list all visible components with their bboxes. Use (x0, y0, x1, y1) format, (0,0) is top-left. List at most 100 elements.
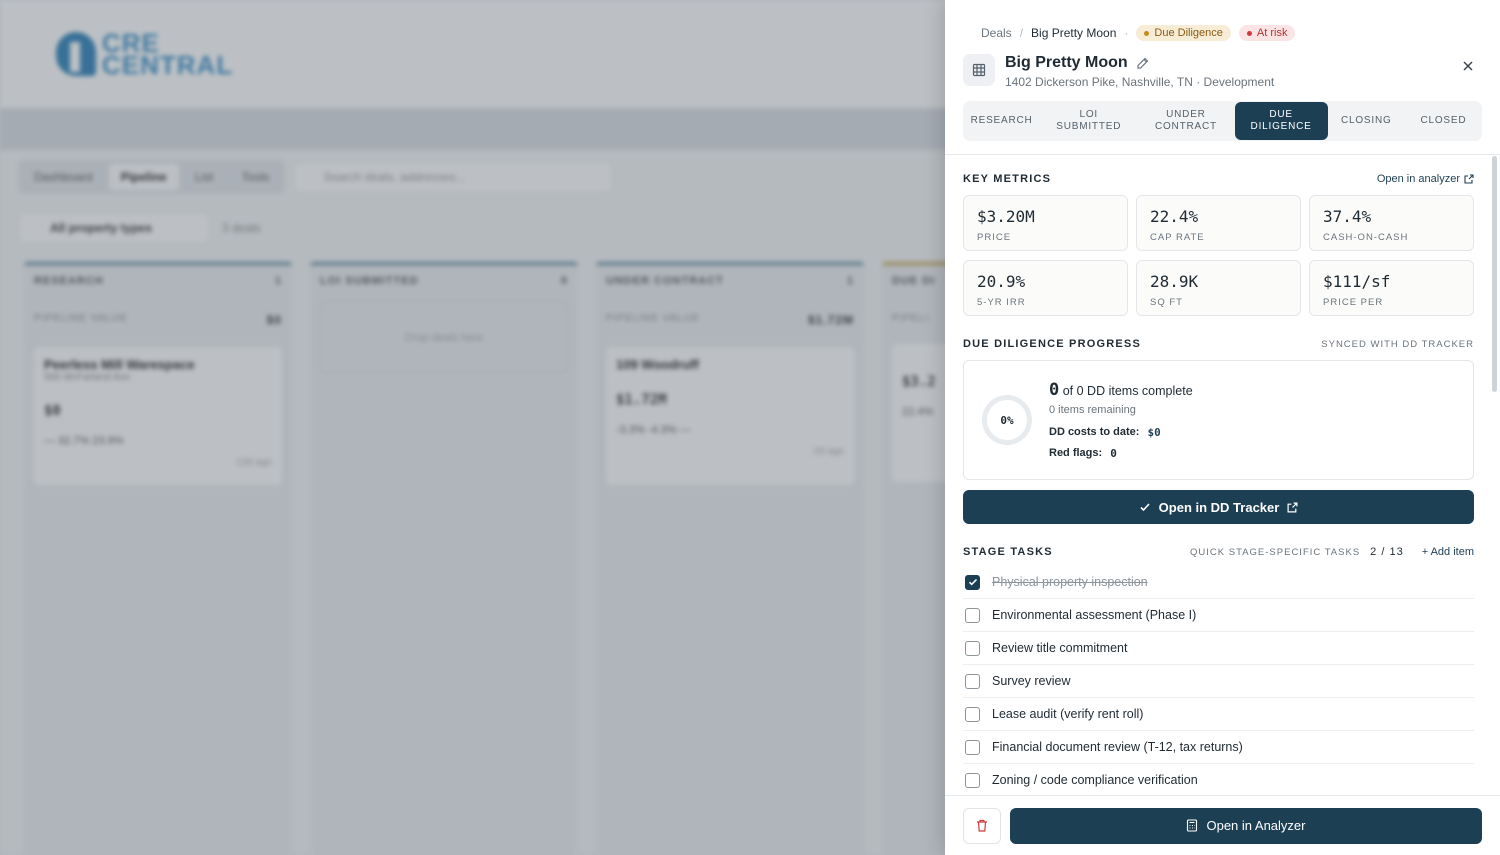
drawer-body: KEY METRICS Open in analyzer $3.20M PRICE… (945, 156, 1500, 794)
stage-under-contract[interactable]: UNDER CONTRACT (1137, 102, 1234, 140)
metric-cash-on-cash: 37.4% CASH-ON-CASH (1309, 195, 1474, 251)
close-icon[interactable] (1460, 58, 1476, 74)
metric-label: CASH-ON-CASH (1323, 232, 1409, 243)
checkbox-icon[interactable] (965, 640, 980, 656)
open-analyzer-link[interactable]: Open in analyzer (1377, 173, 1474, 185)
drawer-footer: Open in Analyzer (945, 795, 1500, 855)
task-label: Environmental assessment (Phase I) (992, 608, 1197, 622)
open-analyzer-button-label: Open in Analyzer (1206, 818, 1306, 833)
metric-value: $3.20M (977, 207, 1035, 226)
open-analyzer-label: Open in analyzer (1376, 173, 1460, 185)
metric-price: $3.20M PRICE (963, 195, 1128, 251)
checkbox-icon[interactable] (965, 772, 980, 788)
dd-flags-row: Red flags: 0 (1049, 447, 1193, 460)
metric-value: 37.4% (1323, 207, 1372, 226)
checkbox-checked-icon[interactable] (965, 574, 980, 590)
stage-badge-label: Due Diligence (1154, 27, 1223, 39)
dd-complete-count: 0 (1049, 380, 1060, 400)
stage-due-diligence[interactable]: DUE DILIGENCE (1234, 102, 1328, 140)
breadcrumb-dot: · (1124, 26, 1129, 40)
external-link-icon (1464, 174, 1474, 184)
stage-badge: Due Diligence (1136, 25, 1231, 41)
metric-label: SQ FT (1150, 297, 1183, 308)
dd-progress-header: DUE DILIGENCE PROGRESS SYNCED WITH DD TR… (963, 338, 1474, 350)
key-metrics-title: KEY METRICS (963, 173, 1052, 185)
risk-badge: At risk (1238, 25, 1296, 41)
metric-cap-rate: 22.4% CAP RATE (1136, 195, 1301, 251)
task-item[interactable]: Lease audit (verify rent roll) (963, 698, 1474, 731)
dd-costs-label: DD costs to date: (1049, 426, 1140, 438)
stage-research[interactable]: RESEARCH (963, 102, 1040, 140)
checkbox-icon[interactable] (965, 706, 980, 722)
check-icon (1140, 503, 1150, 512)
dd-costs-row: DD costs to date: $0 (1049, 426, 1193, 439)
metric-sq-ft: 28.9K SQ FT (1136, 260, 1301, 316)
stage-tasks-count: 2 / 13 (1370, 546, 1404, 558)
stage-closed[interactable]: CLOSED (1405, 102, 1482, 140)
edit-icon[interactable] (1136, 56, 1150, 70)
metric-value: 20.9% (977, 272, 1026, 291)
metric-label: CAP RATE (1150, 232, 1205, 243)
task-label: Financial document review (T-12, tax ret… (992, 740, 1243, 754)
dd-progress-title: DUE DILIGENCE PROGRESS (963, 338, 1141, 350)
dd-flags-label: Red flags: (1049, 447, 1103, 459)
deal-drawer: Deals / Big Pretty Moon · Due Diligence … (945, 0, 1500, 855)
task-item[interactable]: Financial document review (T-12, tax ret… (963, 731, 1474, 764)
key-metrics-header: KEY METRICS Open in analyzer (963, 173, 1474, 185)
task-label: Zoning / code compliance verification (992, 773, 1198, 787)
external-link-icon (1287, 501, 1298, 513)
breadcrumb-current: Big Pretty Moon (1031, 26, 1117, 40)
dd-complete-summary: 0 of 0 DD items complete (1049, 380, 1193, 400)
open-analyzer-button[interactable]: Open in Analyzer (1010, 807, 1482, 844)
dd-progress-ring: 0% (982, 395, 1032, 445)
stage-closing[interactable]: CLOSING (1328, 102, 1405, 140)
task-item[interactable]: Physical property inspection (963, 566, 1474, 599)
task-label: Review title commitment (992, 641, 1128, 655)
metrics-grid: $3.20M PRICE 22.4% CAP RATE 37.4% CASH-ON-C… (963, 195, 1474, 316)
deal-title: Big Pretty Moon (1005, 54, 1274, 72)
breadcrumb-deals[interactable]: Deals (981, 26, 1012, 40)
metric-label: PRICE PER (1323, 297, 1384, 308)
stage-tasks-subtitle: QUICK STAGE-SPECIFIC TASKS (1190, 546, 1361, 558)
task-label: Lease audit (verify rent roll) (992, 707, 1144, 721)
drawer-header: Deals / Big Pretty Moon · Due Diligence … (945, 0, 1500, 155)
stage-selector: RESEARCH LOI SUBMITTED UNDER CONTRACT DU… (963, 101, 1482, 141)
delete-button[interactable] (963, 807, 1001, 844)
task-item[interactable]: Survey review (963, 665, 1474, 698)
task-item[interactable]: Environmental assessment (Phase I) (963, 599, 1474, 632)
dd-complete-text: of 0 DD items complete (1062, 384, 1193, 398)
dd-remaining: 0 items remaining (1049, 404, 1136, 416)
stage-tasks-title: STAGE TASKS (963, 546, 1053, 558)
add-item-button[interactable]: + Add item (1422, 546, 1474, 558)
checkbox-icon[interactable] (965, 673, 980, 689)
task-list: Physical property inspection Environment… (963, 566, 1474, 794)
stage-tasks-header: STAGE TASKS QUICK STAGE-SPECIFIC TASKS 2… (963, 546, 1474, 558)
deal-subtitle: 1402 Dickerson Pike, Nashville, TN · Dev… (1005, 75, 1275, 89)
calculator-icon (1187, 819, 1198, 832)
dd-progress-card: 0% 0 of 0 DD items complete 0 items rema… (963, 360, 1474, 480)
drawer-scrollbar[interactable] (1492, 156, 1497, 392)
metric-value: 28.9K (1150, 272, 1199, 291)
metric-price-per: $111/sf PRICE PER (1309, 260, 1474, 316)
deal-title-row: Big Pretty Moon 1402 Dickerson Pike, Nas… (963, 54, 1482, 89)
metric-value: 22.4% (1150, 207, 1199, 226)
dd-flags-value: 0 (1110, 447, 1117, 460)
stage-dot-icon (1144, 30, 1150, 36)
checkbox-icon[interactable] (965, 607, 980, 623)
checkbox-icon[interactable] (965, 739, 980, 755)
stage-loi-submitted[interactable]: LOI SUBMITTED (1040, 102, 1137, 140)
metric-value: $111/sf (1323, 272, 1391, 291)
risk-dot-icon (1246, 30, 1252, 36)
breadcrumb-separator: / (1019, 26, 1024, 40)
metric-label: 5-YR IRR (977, 297, 1026, 308)
building-icon (963, 54, 995, 86)
dd-sync-status: SYNCED WITH DD TRACKER (1321, 338, 1474, 350)
open-dd-tracker-label: Open in DD Tracker (1158, 499, 1280, 515)
task-item[interactable]: Zoning / code compliance verification (963, 764, 1474, 794)
open-dd-tracker-button[interactable]: Open in DD Tracker (963, 490, 1474, 524)
dd-costs-value: $0 (1147, 426, 1161, 439)
task-label: Survey review (992, 674, 1071, 688)
task-item[interactable]: Review title commitment (963, 632, 1474, 665)
modal-scrim[interactable] (0, 0, 945, 855)
metric-label: PRICE (977, 232, 1012, 243)
